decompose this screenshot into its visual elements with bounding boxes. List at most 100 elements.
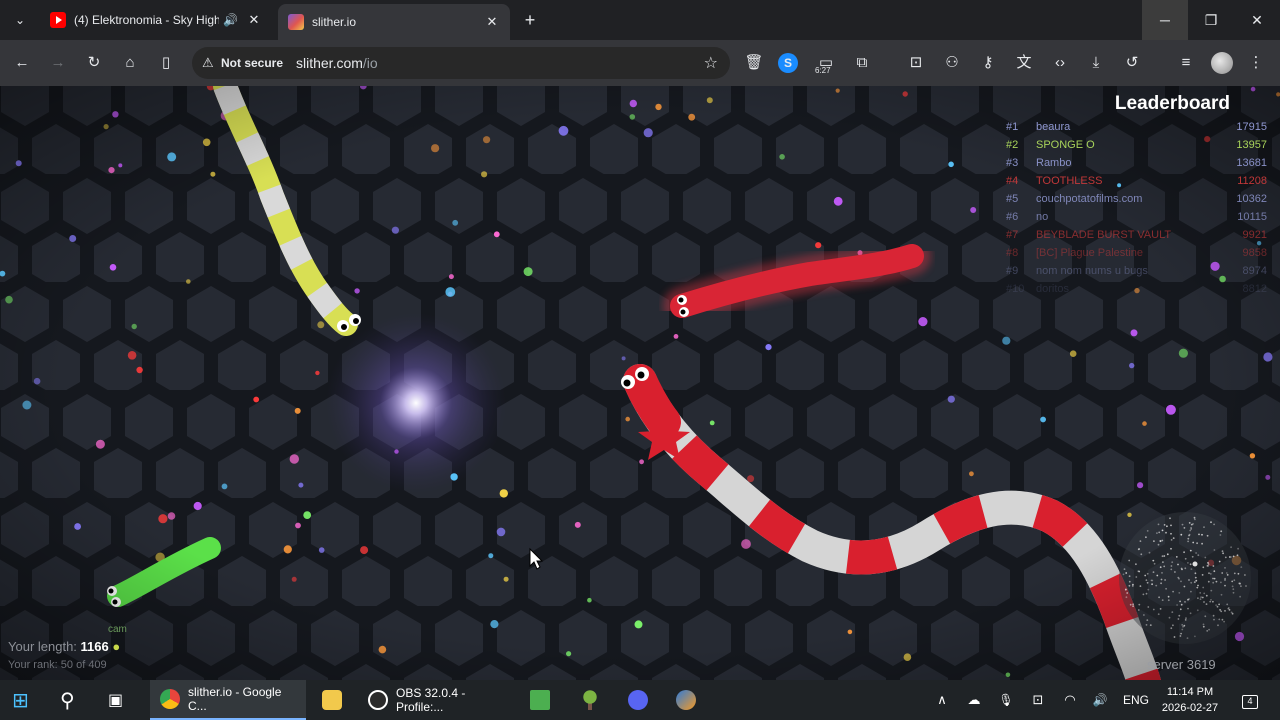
leaderboard-score: 13681: [1236, 157, 1267, 169]
mic-icon[interactable]: 🎙: [994, 680, 1018, 720]
download-icon[interactable]: ⤓: [1084, 51, 1108, 75]
key-icon[interactable]: ⚷: [976, 51, 1000, 75]
code-icon[interactable]: ‹›: [1048, 51, 1072, 75]
trash-icon[interactable]: 🗑: [742, 51, 766, 75]
minimize-button[interactable]: ─: [1142, 0, 1188, 40]
back-button[interactable]: ←: [10, 51, 34, 75]
split-view-button[interactable]: ▯: [154, 51, 178, 75]
leaderboard-row: #3 Rambo 13681: [1000, 154, 1270, 172]
tab-title: (4) Elektronomia - Sky High: [74, 13, 220, 27]
leaderboard-name: couchpotatofilms.com: [1036, 193, 1143, 205]
folder-icon: [322, 690, 342, 710]
leaderboard-name: no: [1036, 211, 1049, 223]
leaderboard-rank: #3: [1006, 157, 1019, 169]
taskbar-app-tree[interactable]: [570, 680, 612, 720]
close-window-button[interactable]: ✕: [1234, 0, 1280, 40]
more-icon[interactable]: ⋮: [1244, 51, 1268, 75]
tab-title: slither.io: [312, 15, 357, 29]
taskbar-app-chrome[interactable]: slither.io - Google C...: [150, 680, 306, 720]
task-view-icon[interactable]: ▣: [108, 680, 132, 720]
reload-button[interactable]: ↻: [82, 51, 106, 75]
leaderboard-row: #6 no 10115: [1000, 208, 1270, 226]
taskbar-app-discord[interactable]: [618, 680, 660, 720]
leaderboard-score: 9858: [1242, 247, 1267, 259]
taskbar-app-label: OBS 32.0.4 - Profile:...: [396, 686, 466, 714]
tab-close-button[interactable]: ✕: [484, 14, 500, 30]
translate-icon[interactable]: 文: [1012, 51, 1036, 75]
address-bar[interactable]: ⚠ Not secure slither.com/io ☆: [192, 47, 730, 79]
leaderboard-name: beaura: [1036, 121, 1071, 133]
shazam-icon[interactable]: S: [778, 53, 798, 73]
new-tab-button[interactable]: +: [518, 9, 542, 33]
leaderboard-row: #5 couchpotatofilms.com 10362: [1000, 190, 1270, 208]
leaderboard-name: doritos: [1036, 283, 1070, 295]
tab-slither[interactable]: slither.io ✕: [278, 4, 510, 40]
tree-icon: [580, 690, 600, 710]
start-button[interactable]: ⊞: [12, 680, 36, 720]
leaderboard-rank: #1: [1006, 121, 1019, 133]
slither-icon: [288, 14, 304, 30]
browser-toolbar: ← → ↻ ⌂ ▯ ⚠ Not secure slither.com/io ☆ …: [0, 40, 1280, 86]
taskbar-app-paint[interactable]: [666, 680, 708, 720]
leaderboard-name: nom nom nums u bugs: [1036, 265, 1148, 277]
forward-button[interactable]: →: [46, 51, 70, 75]
wifi-icon[interactable]: ◠: [1058, 680, 1082, 720]
tab-search-button[interactable]: ⌄: [8, 8, 32, 32]
leaderboard-name: BEYBLADE BURST VAULT: [1036, 229, 1172, 241]
clock-date: 2026-02-27: [1161, 702, 1219, 714]
language-indicator[interactable]: ENG: [1120, 680, 1152, 720]
leaderboard-score: 10115: [1237, 211, 1267, 223]
game-canvas[interactable]: Leaderboard #1 beaura 17915 #2 SPONGE O 13957…: [0, 86, 1280, 680]
leaderboard-rank: #7: [1006, 229, 1019, 241]
puzzle-icon[interactable]: ⧉: [850, 51, 874, 75]
media-icon[interactable]: ≡: [1174, 51, 1198, 75]
system-clock[interactable]: 11:14 PM 2026-02-27: [1150, 684, 1230, 716]
chrome-icon: [160, 689, 180, 709]
taskbar-app-obs[interactable]: OBS 32.0.4 - Profile:...: [358, 680, 514, 720]
speaker-icon[interactable]: 🔊: [223, 13, 238, 27]
leaderboard-rows: #1 beaura 17915 #2 SPONGE O 13957 #3 Rambo 13681…: [1000, 118, 1270, 298]
leaderboard-row: #2 SPONGE O 13957: [1000, 136, 1270, 154]
leaderboard-title: Leaderboard: [1114, 93, 1230, 114]
your-length-label: Your length:: [8, 639, 81, 654]
leaderboard-rank: #9: [1006, 265, 1019, 277]
leaderboard-rank: #8: [1006, 247, 1019, 259]
taskbar-app-file-explorer[interactable]: [312, 680, 352, 720]
tab-close-button[interactable]: ✕: [246, 12, 262, 28]
incognito-icon[interactable]: ⚇: [940, 51, 964, 75]
minecraft-icon: [530, 690, 550, 710]
leaderboard-rank: #4: [1006, 175, 1019, 187]
profile-avatar[interactable]: [1211, 52, 1233, 74]
meet-icon[interactable]: ⊡: [1026, 680, 1050, 720]
cloud-icon[interactable]: ☁: [962, 680, 986, 720]
leaderboard-name: Rambo: [1036, 157, 1072, 169]
tab-youtube[interactable]: (4) Elektronomia - Sky High 🔊 ✕: [40, 4, 272, 36]
history-icon[interactable]: ↺: [1120, 51, 1144, 75]
server-label: server 3619: [1147, 657, 1216, 672]
leaderboard-row: #10 doritos 8812: [1000, 280, 1270, 298]
warning-icon[interactable]: ⚠: [202, 55, 214, 71]
leaderboard-score: 8974: [1242, 265, 1267, 277]
screen-capture-icon[interactable]: ⊡: [904, 51, 928, 75]
restore-button[interactable]: ❐: [1188, 0, 1234, 40]
leaderboard-score: 8812: [1242, 283, 1267, 295]
security-label[interactable]: Not secure: [221, 56, 283, 70]
your-rank: Your rank: 50 of 409: [8, 659, 107, 671]
leaderboard-rank: #2: [1006, 139, 1019, 151]
youtube-icon: [50, 12, 66, 28]
length-dot-icon: ●: [112, 639, 121, 654]
leaderboard-score: 13957: [1236, 139, 1267, 151]
home-button[interactable]: ⌂: [118, 51, 142, 75]
url-text[interactable]: slither.com/io: [296, 55, 378, 71]
tray-chevron-icon[interactable]: ∧: [930, 680, 954, 720]
taskbar-app-minecraft[interactable]: [520, 680, 562, 720]
windows-taskbar: ⊞ ⚲ ▣ slither.io - Google C... OBS 32.0.…: [0, 680, 1280, 720]
leaderboard-score: 9921: [1242, 229, 1267, 241]
leaderboard-rank: #5: [1006, 193, 1019, 205]
search-icon[interactable]: ⚲: [60, 680, 84, 720]
notifications-button[interactable]: 4: [1238, 680, 1262, 720]
leaderboard-row: #8 [BC] Plague Palestine 9858: [1000, 244, 1270, 262]
paint-icon: [676, 690, 696, 710]
bookmark-star-icon[interactable]: ☆: [704, 53, 718, 73]
volume-icon[interactable]: 🔊: [1088, 680, 1112, 720]
